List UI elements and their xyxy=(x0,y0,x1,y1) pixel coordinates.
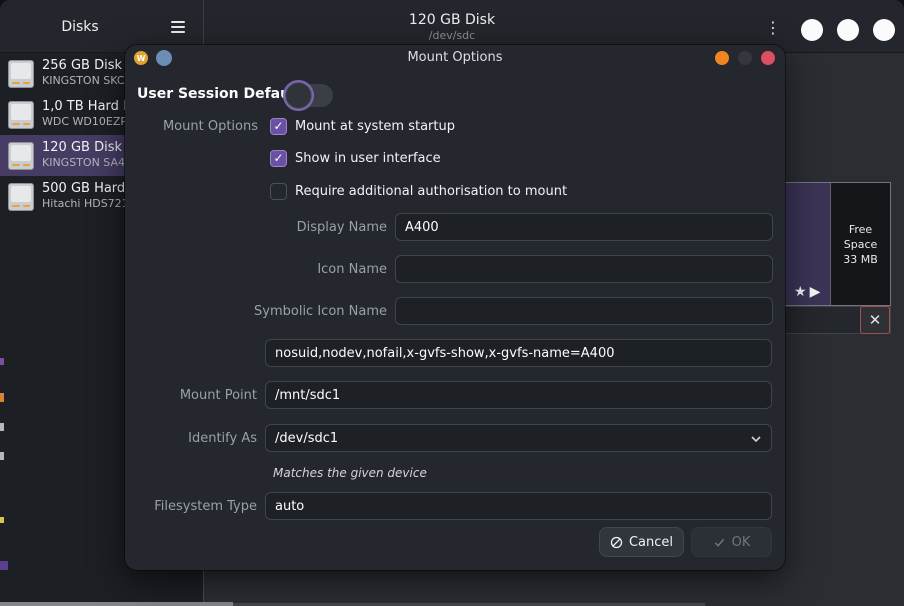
mount-options-label: Mount Options xyxy=(125,119,258,134)
filesystem-type-input[interactable] xyxy=(265,492,772,520)
window-subtitle: /dev/sdc xyxy=(429,29,475,42)
window-close-button[interactable] xyxy=(873,19,895,41)
identify-as-hint: Matches the given device xyxy=(273,466,427,480)
symbolic-icon-name-label: Symbolic Icon Name xyxy=(125,304,387,319)
identify-as-select[interactable]: /dev/sdc1 xyxy=(265,424,772,452)
chevron-down-icon xyxy=(750,433,762,445)
sidebar-divider xyxy=(203,570,204,606)
cancel-button-label: Cancel xyxy=(629,535,673,550)
icon-name-label: Icon Name xyxy=(125,262,387,277)
hard-disk-icon xyxy=(8,183,34,211)
checkbox-label[interactable]: Show in user interface xyxy=(295,151,441,166)
background-window-sliver xyxy=(0,393,4,402)
free-space-size: 33 MB xyxy=(843,252,878,267)
display-name-input[interactable] xyxy=(395,213,773,241)
cancel-button[interactable]: Cancel xyxy=(599,527,684,557)
free-space-block[interactable]: Free Space 33 MB xyxy=(831,183,890,305)
ok-check-icon xyxy=(713,536,726,549)
hamburger-menu-icon[interactable] xyxy=(165,14,191,40)
window-title: 120 GB Disk xyxy=(409,12,495,28)
user-session-defaults-label: User Session Defaults xyxy=(137,86,310,102)
kebab-menu-icon[interactable]: ⋮ xyxy=(762,16,784,38)
close-icon: ✕ xyxy=(869,311,882,329)
mount-point-label: Mount Point xyxy=(125,388,257,403)
window-maximize-button[interactable] xyxy=(837,19,859,41)
dialog-maximize-button[interactable] xyxy=(738,51,752,65)
checkbox-show-in-ui[interactable]: ✓ xyxy=(270,150,287,167)
checkbox-mount-at-startup[interactable]: ✓ xyxy=(270,118,287,135)
play-icon: ▶ xyxy=(810,284,821,300)
cancel-icon xyxy=(610,536,623,549)
background-window-sliver xyxy=(0,561,8,570)
ok-button-label: OK xyxy=(732,535,751,550)
identify-as-value: /dev/sdc1 xyxy=(275,431,338,446)
display-name-label: Display Name xyxy=(125,220,387,235)
check-icon: ✓ xyxy=(271,151,286,166)
delete-partition-button[interactable]: ✕ xyxy=(860,306,890,334)
dialog-headerbar: W Mount Options xyxy=(125,45,785,71)
window-minimize-button[interactable] xyxy=(801,19,823,41)
toggle-knob xyxy=(285,82,312,109)
filesystem-type-label: Filesystem Type xyxy=(125,499,257,514)
session-defaults-toggle[interactable] xyxy=(288,84,333,107)
dialog-title: Mount Options xyxy=(125,50,785,65)
identify-as-label: Identify As xyxy=(125,431,257,446)
mount-options-dialog: W Mount Options User Session Defaults Mo… xyxy=(125,45,785,570)
icon-name-input[interactable] xyxy=(395,255,773,283)
check-icon: ✓ xyxy=(271,119,286,134)
dialog-minimize-button[interactable] xyxy=(715,51,729,65)
ok-button[interactable]: OK xyxy=(691,527,772,557)
checkbox-require-auth[interactable]: ✓ xyxy=(270,183,287,200)
dialog-close-button[interactable] xyxy=(761,51,775,65)
background-window-sliver xyxy=(0,517,4,523)
mount-point-input[interactable] xyxy=(265,381,772,409)
symbolic-icon-name-input[interactable] xyxy=(395,297,773,325)
background-window-sliver xyxy=(0,358,4,365)
background-window-sliver xyxy=(0,423,4,431)
background-window-sliver xyxy=(0,452,4,460)
hard-disk-icon xyxy=(8,60,34,88)
checkbox-label[interactable]: Require additional authorisation to moun… xyxy=(295,184,567,199)
checkbox-label[interactable]: Mount at system startup xyxy=(295,119,455,134)
free-space-title: Free Space xyxy=(831,222,890,252)
bottom-edge-strip xyxy=(0,602,233,606)
star-icon: ★ xyxy=(794,284,807,300)
hard-disk-icon xyxy=(8,142,34,170)
hard-disk-icon xyxy=(8,101,34,129)
mount-options-string-input[interactable] xyxy=(265,339,772,367)
